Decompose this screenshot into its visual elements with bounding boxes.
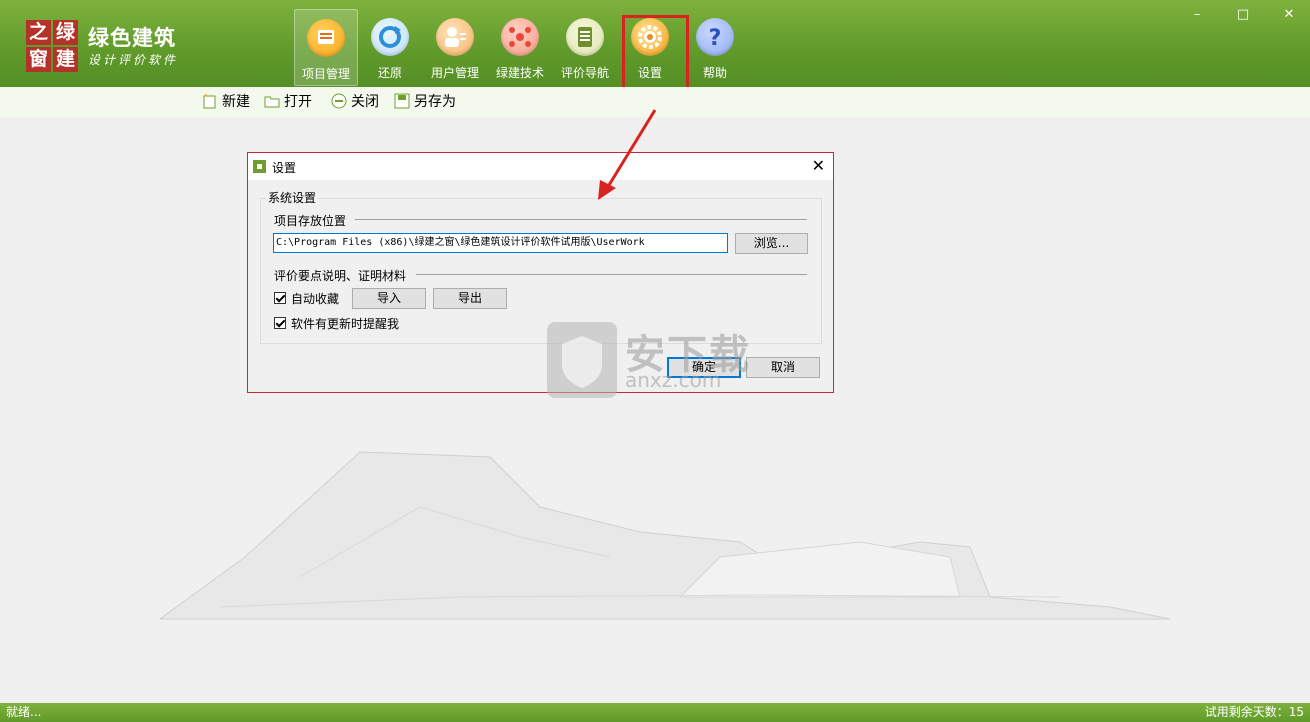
close-window-button[interactable]: ✕ [1278, 6, 1300, 24]
watermark-shield-icon [547, 322, 617, 398]
maximize-button[interactable]: □ [1232, 6, 1254, 24]
logo-char: 之 [26, 20, 51, 45]
path-input[interactable]: C:\Program Files (x86)\绿建之窗\绿色建筑设计评价软件试用… [273, 233, 728, 253]
new-file-icon [203, 93, 216, 109]
open-label: 打开 [284, 94, 312, 110]
nav-help[interactable]: ? 帮助 [684, 9, 746, 84]
project-icon [307, 19, 345, 57]
nav-restore[interactable]: 还原 [359, 9, 421, 84]
building-illustration [160, 451, 1170, 620]
logo-char: 窗 [26, 47, 51, 72]
nav-user-management[interactable]: 用户管理 [424, 9, 486, 84]
nav-green-tech[interactable]: 绿建技术 [489, 9, 551, 84]
annotation-arrow [598, 109, 657, 200]
status-bar: 就绪... 试用剩余天数：15 [0, 703, 1310, 722]
app-small-icon [253, 160, 266, 173]
user-icon [436, 18, 474, 56]
save-as-label: 另存为 [414, 94, 456, 110]
logo-char: 绿 [53, 20, 78, 45]
auto-collect-checkbox[interactable] [274, 292, 286, 304]
tech-icon [501, 18, 539, 56]
close-label: 关闭 [351, 94, 379, 110]
section-label-location: 项目存放位置 [274, 214, 347, 228]
auto-collect-label: 自动收藏 [291, 292, 340, 306]
app-title: 绿色建筑 [88, 26, 176, 50]
dialog-close-button[interactable]: ✕ [812, 156, 825, 175]
update-notify-checkbox[interactable] [274, 317, 286, 329]
trial-days-text: 试用剩余天数：15 [1204, 705, 1304, 719]
restore-icon [371, 18, 409, 56]
nav-label: 项目管理 [301, 67, 350, 81]
update-notify-label: 软件有更新时提醒我 [291, 317, 400, 331]
section-divider [416, 274, 807, 275]
browse-button[interactable]: 浏览... [735, 233, 808, 254]
nav-label: 用户管理 [430, 66, 479, 80]
import-button[interactable]: 导入 [352, 288, 426, 309]
section-divider [355, 219, 807, 220]
nav-label: 还原 [377, 66, 402, 80]
dialog-titlebar: 设置 ✕ [248, 153, 833, 180]
nav-evaluation-guide[interactable]: 评价导航 [554, 9, 616, 84]
nav-label: 评价导航 [560, 66, 609, 80]
help-icon: ? [696, 18, 734, 56]
group-label-system: 系统设置 [266, 189, 319, 206]
app-subtitle: 设计评价软件 [88, 53, 179, 67]
nav-project-management[interactable]: 项目管理 [294, 9, 358, 86]
minus-circle-icon [331, 93, 347, 109]
app-header: 之 绿 窗 建 绿色建筑 设计评价软件 项目管理 还原 用户管理 绿建技术 评价… [0, 0, 1310, 90]
export-button[interactable]: 导出 [433, 288, 507, 309]
close-button[interactable]: 关闭 [331, 92, 379, 112]
section-label-materials: 评价要点说明、证明材料 [274, 269, 407, 283]
new-label: 新建 [222, 94, 250, 110]
settings-highlight-box [622, 15, 689, 90]
svg-text:?: ? [709, 26, 722, 51]
app-logo: 之 绿 窗 建 [26, 20, 78, 72]
guide-icon [566, 18, 604, 56]
open-button[interactable]: 打开 [264, 92, 312, 112]
cancel-button[interactable]: 取消 [746, 357, 820, 378]
minimize-button[interactable]: – [1186, 6, 1208, 24]
dialog-title: 设置 [272, 161, 297, 175]
save-icon [394, 93, 410, 109]
logo-char: 建 [53, 47, 78, 72]
nav-label: 帮助 [702, 66, 727, 80]
save-as-button[interactable]: 另存为 [394, 92, 456, 112]
folder-icon [264, 96, 280, 108]
nav-label: 绿建技术 [495, 66, 544, 80]
status-text: 就绪... [6, 705, 42, 719]
new-button[interactable]: 新建 [202, 92, 250, 112]
watermark-subtext: anxz.com [625, 368, 722, 392]
